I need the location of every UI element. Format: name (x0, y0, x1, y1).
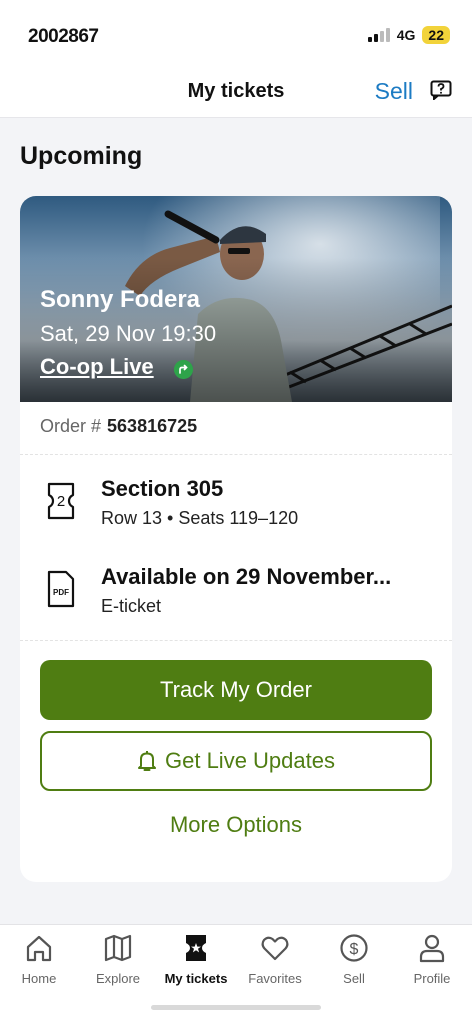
divider (20, 640, 452, 641)
sell-link[interactable]: Sell (375, 78, 413, 105)
tab-explore[interactable]: Explore (79, 933, 157, 986)
heart-icon (261, 936, 289, 961)
svg-text:2: 2 (57, 493, 65, 510)
live-updates-button[interactable]: Get Live Updates (40, 731, 432, 791)
dollar-icon: $ (340, 934, 368, 962)
status-time: 2002867 (28, 26, 99, 47)
directions-icon[interactable] (174, 360, 193, 379)
tab-label: Favorites (248, 971, 302, 986)
row-seats-label: Row 13 • Seats 119–120 (101, 508, 299, 528)
seat-details: 2 Section 305 Row 13 • Seats 119–120 (20, 476, 452, 536)
order-label: Order # (40, 416, 102, 436)
ticket-seat-icon: 2 (47, 482, 75, 520)
svg-text:$: $ (350, 941, 359, 958)
home-indicator (151, 1005, 321, 1010)
home-icon (26, 935, 52, 962)
tab-profile[interactable]: Profile (393, 933, 471, 986)
status-bar: 2002867 4G 22 (0, 0, 472, 70)
order-number: 563816725 (107, 416, 198, 436)
event-hero-image[interactable]: Sonny Fodera Sat, 29 Nov 19:30 Co-op Liv… (20, 196, 452, 402)
section-label: Section 305 (101, 476, 224, 501)
top-nav-bar: My tickets Sell (0, 70, 472, 118)
live-updates-label: Get Live Updates (165, 748, 335, 773)
tab-label: Sell (343, 971, 365, 986)
status-indicators: 4G 22 (367, 26, 450, 44)
tab-home[interactable]: Home (0, 933, 78, 986)
pdf-file-icon: PDF (47, 570, 75, 608)
user-icon (419, 934, 445, 963)
tab-label: My tickets (164, 971, 228, 986)
help-chat-icon[interactable] (430, 80, 452, 100)
network-type: 4G (396, 27, 416, 43)
tab-label: Profile (413, 971, 451, 986)
signal-icon (367, 28, 390, 42)
availability-label: Available on 29 November... (101, 564, 392, 589)
battery-level: 22 (422, 26, 450, 44)
divider (20, 454, 452, 455)
map-icon (104, 934, 132, 962)
svg-text:PDF: PDF (53, 588, 69, 597)
delivery-details: PDF Available on 29 November... E-ticket (20, 564, 452, 624)
bell-icon (138, 751, 156, 771)
event-datetime: Sat, 29 Nov 19:30 (40, 321, 217, 346)
more-options-button[interactable]: More Options (40, 812, 432, 852)
ticket-card[interactable]: Sonny Fodera Sat, 29 Nov 19:30 Co-op Liv… (20, 196, 452, 882)
track-order-button[interactable]: Track My Order (40, 660, 432, 720)
tab-my-tickets[interactable]: My tickets (157, 933, 235, 986)
ticket-type-label: E-ticket (101, 596, 162, 616)
ticket-icon (186, 935, 206, 961)
upcoming-heading: Upcoming (20, 142, 143, 170)
order-number-row: Order #563816725 (40, 416, 197, 437)
event-name: Sonny Fodera (40, 286, 201, 313)
tab-favorites[interactable]: Favorites (236, 933, 314, 986)
venue-link[interactable]: Co-op Live (40, 354, 154, 380)
tab-label: Home (21, 971, 57, 986)
tab-sell[interactable]: $ Sell (315, 933, 393, 986)
tab-label: Explore (95, 971, 141, 986)
